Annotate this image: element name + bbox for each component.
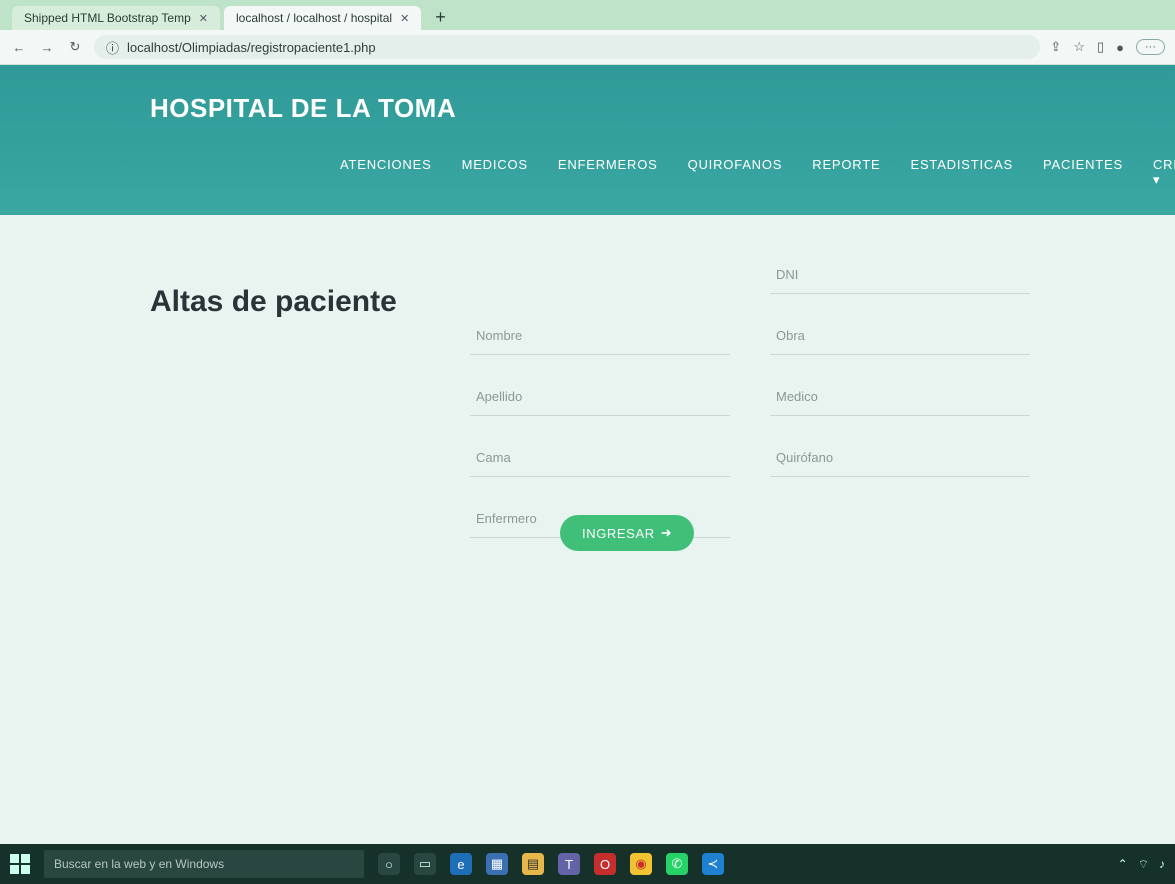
- chevron-down-icon: ▾: [1152, 172, 1161, 187]
- forward-icon[interactable]: →: [38, 40, 56, 55]
- menu-item-reporte[interactable]: REPORTE: [812, 157, 880, 188]
- site-header: HOSPITAL DE LA TOMA ATENCIONES MEDICOS E…: [0, 65, 1175, 215]
- arrow-right-icon: ➜: [660, 525, 673, 540]
- taskbar-apps: ○ ▭ e ▦ ▤ T O ◉ ✆ ≺: [378, 853, 724, 875]
- ingresar-button[interactable]: INGRESAR ➜: [560, 515, 695, 551]
- nombre-field[interactable]: Nombre: [470, 316, 730, 355]
- teams-icon[interactable]: T: [558, 853, 580, 875]
- windows-start-icon[interactable]: [10, 854, 30, 874]
- sidebar-icon[interactable]: ▯: [1097, 39, 1104, 55]
- share-icon[interactable]: ⇪: [1050, 39, 1061, 55]
- quirofano-field[interactable]: Quirófano: [770, 438, 1030, 477]
- edge-icon[interactable]: e: [450, 853, 472, 875]
- profile-icon[interactable]: ●: [1116, 40, 1124, 55]
- chrome-icon[interactable]: ◉: [630, 853, 652, 875]
- browser-actions: ⇪ ☆ ▯ ● ···: [1050, 39, 1165, 55]
- ingresar-label: INGRESAR: [582, 525, 655, 541]
- back-icon[interactable]: ←: [10, 40, 28, 55]
- main-menu: ATENCIONES MEDICOS ENFERMEROS QUIROFANOS…: [340, 157, 1175, 188]
- patient-form: DNI Nombre Obra Apellido Medico Cama Qui…: [470, 255, 1030, 538]
- url-field[interactable]: ⓘ localhost/Olimpiadas/registropaciente1…: [94, 35, 1041, 59]
- menu-item-atenciones[interactable]: ATENCIONES: [340, 157, 432, 188]
- browser-tab-strip: Shipped HTML Bootstrap Temp ✕ localhost …: [0, 0, 1175, 30]
- menu-item-pacientes[interactable]: PACIENTES: [1043, 157, 1123, 188]
- menu-item-enfermeros[interactable]: ENFERMEROS: [558, 157, 658, 188]
- tray-chevron-icon[interactable]: ⌃: [1118, 857, 1128, 871]
- obra-field[interactable]: Obra: [770, 316, 1030, 355]
- volume-icon[interactable]: ♪: [1159, 857, 1165, 871]
- site-brand[interactable]: HOSPITAL DE LA TOMA: [150, 93, 456, 124]
- system-tray: ⌃ ⌔ ♪: [1118, 857, 1165, 872]
- opera-icon[interactable]: O: [594, 853, 616, 875]
- browser-tab-1[interactable]: Shipped HTML Bootstrap Temp ✕: [12, 6, 220, 30]
- medico-field[interactable]: Medico: [770, 377, 1030, 416]
- browser-tab-2[interactable]: localhost / localhost / hospital ✕: [223, 6, 422, 30]
- tab-label: localhost / localhost / hospital: [235, 11, 393, 25]
- page-title: Altas de paciente: [150, 285, 397, 318]
- explorer-icon[interactable]: ▤: [522, 853, 544, 875]
- reload-icon[interactable]: ↻: [66, 39, 84, 55]
- task-view-icon[interactable]: ▭: [414, 853, 436, 875]
- vscode-icon[interactable]: ≺: [702, 853, 724, 875]
- network-icon[interactable]: ⌔: [1138, 857, 1149, 872]
- tab-label: Shipped HTML Bootstrap Temp: [24, 11, 191, 25]
- close-tab-icon[interactable]: ✕: [400, 12, 409, 25]
- search-placeholder: Buscar en la web y en Windows: [54, 857, 225, 871]
- dni-field[interactable]: DNI: [770, 255, 1030, 294]
- info-icon[interactable]: ⓘ: [106, 38, 119, 57]
- form-field-empty: [470, 255, 730, 294]
- cortana-icon[interactable]: ○: [378, 853, 400, 875]
- menu-item-estadisticas[interactable]: ESTADISTICAS: [910, 157, 1013, 188]
- apellido-field[interactable]: Apellido: [470, 377, 730, 416]
- bookmark-star-icon[interactable]: ☆: [1073, 39, 1085, 55]
- submit-wrap: INGRESAR ➜: [560, 515, 695, 551]
- url-text: localhost/Olimpiadas/registropaciente1.p…: [127, 39, 376, 55]
- menu-item-medicos[interactable]: MEDICOS: [462, 157, 528, 188]
- windows-taskbar: Buscar en la web y en Windows ○ ▭ e ▦ ▤ …: [0, 844, 1175, 884]
- close-tab-icon[interactable]: ✕: [199, 12, 208, 25]
- whatsapp-icon[interactable]: ✆: [666, 853, 688, 875]
- menu-item-crear[interactable]: CREAR ▾: [1153, 157, 1175, 188]
- taskbar-search[interactable]: Buscar en la web y en Windows: [44, 850, 364, 878]
- new-tab-icon[interactable]: +: [425, 4, 456, 30]
- store-icon[interactable]: ▦: [486, 853, 508, 875]
- address-bar: ← → ↻ ⓘ localhost/Olimpiadas/registropac…: [0, 30, 1175, 65]
- profile-pill[interactable]: ···: [1136, 39, 1165, 55]
- page-content: Altas de paciente DNI Nombre Obra Apelli…: [0, 215, 1175, 844]
- cama-field[interactable]: Cama: [470, 438, 730, 477]
- monitor-screen: Shipped HTML Bootstrap Temp ✕ localhost …: [0, 0, 1175, 884]
- menu-item-quirofanos[interactable]: QUIROFANOS: [688, 157, 783, 188]
